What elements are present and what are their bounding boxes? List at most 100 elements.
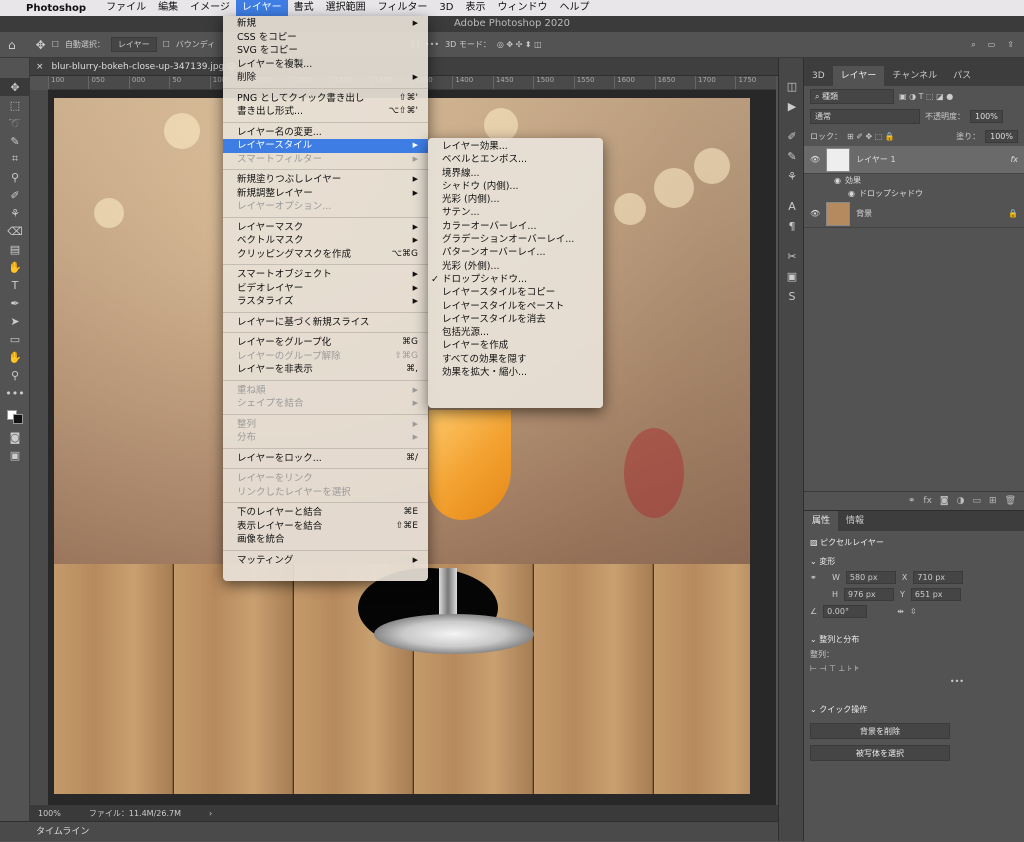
layer-menu-item[interactable]: レイヤースタイル ▶ — [223, 139, 428, 153]
flip-vertical-icon[interactable]: ⇳ — [910, 607, 917, 616]
layer-style-item[interactable]: ドロップシャドウ... — [428, 273, 603, 287]
effects-row[interactable]: ◉ 効果 — [804, 174, 1024, 187]
auto-select-target[interactable]: レイヤー — [110, 37, 157, 52]
layer-row[interactable]: 👁 背景 🔒 — [804, 200, 1024, 228]
menu-view[interactable]: 表示 — [459, 0, 491, 16]
layer-menu-item[interactable]: 書き出し形式... ⌥⇧⌘' — [223, 105, 428, 119]
layer-menu-item[interactable]: ラスタライズ ▶ — [223, 295, 428, 309]
layer-style-item[interactable]: サテン... — [428, 206, 603, 219]
layer-menu-item[interactable]: マッティング ▶ — [223, 554, 428, 568]
layer-menu-item[interactable]: 表示レイヤーを結合 ⇧⌘E — [223, 520, 428, 534]
layer-style-item[interactable]: レイヤースタイルを消去 — [428, 313, 603, 326]
zoom-tool-icon[interactable]: ⚲ — [0, 366, 30, 384]
transform-title[interactable]: ⌄ 変形 — [804, 550, 1024, 569]
layer-menu-item[interactable]: 新規調整レイヤー ▶ — [223, 187, 428, 201]
gradient-tool-icon[interactable]: ▤ — [0, 240, 30, 258]
layer-menu-item[interactable]: 下のレイヤーと結合 ⌘E — [223, 506, 428, 520]
layer-menu-item[interactable]: ベクトルマスク ▶ — [223, 234, 428, 248]
fx-icon[interactable]: fx — [1010, 155, 1018, 164]
menu-image[interactable]: イメージ — [184, 0, 236, 16]
fill-input[interactable]: 100% — [985, 129, 1018, 143]
menu-edit[interactable]: 編集 — [152, 0, 184, 16]
layer-name[interactable]: 背景 — [856, 208, 872, 219]
3d-tools-icons[interactable]: ◎ ✥ ✣ ⬍ ◫ — [497, 40, 542, 49]
layer-menu-item[interactable]: 新規 ▶ — [223, 17, 428, 31]
new-layer-icon[interactable]: ⊞ — [989, 496, 997, 506]
layer-menu-item[interactable]: レイヤーマスク ▶ — [223, 221, 428, 235]
history-icon[interactable]: ◫ — [779, 76, 805, 96]
crop-tool-icon[interactable]: ⌗ — [0, 150, 30, 168]
shape-tool-icon[interactable]: ▭ — [0, 330, 30, 348]
menu-layer[interactable]: レイヤー — [235, 0, 288, 16]
layer-menu-item[interactable]: レイヤーに基づく新規スライス — [223, 316, 428, 330]
path-select-tool-icon[interactable]: ➤ — [0, 312, 30, 330]
layer-menu-item[interactable]: レイヤーを非表示 ⌘, — [223, 363, 428, 377]
tab-info[interactable]: 情報 — [838, 511, 872, 531]
mask-icon[interactable]: ◙ — [940, 496, 949, 506]
brushes-icon[interactable]: ✎ — [779, 146, 805, 166]
tab-paths[interactable]: パス — [945, 66, 979, 86]
layer-style-item[interactable]: シャドウ (内側)... — [428, 180, 603, 193]
flip-horizontal-icon[interactable]: ⇹ — [897, 607, 904, 616]
layer-style-item[interactable]: 効果を拡大・縮小... — [428, 366, 603, 379]
eye-icon[interactable]: ◉ — [848, 189, 855, 198]
pen-tool-icon[interactable]: ✒ — [0, 294, 30, 312]
menu-filter[interactable]: フィルター — [372, 0, 434, 16]
glyphs-icon[interactable]: ▣ — [779, 266, 805, 286]
eye-icon[interactable]: 👁 — [810, 209, 820, 218]
x-input[interactable]: 710 px — [913, 571, 964, 584]
align-title[interactable]: ⌄ 整列と分布 — [804, 628, 1024, 647]
clone-source-icon[interactable]: ⚘ — [779, 166, 805, 186]
tab-3d[interactable]: 3D — [804, 66, 833, 86]
close-tab-icon[interactable]: × — [36, 62, 44, 72]
menu-3d[interactable]: 3D — [433, 0, 459, 16]
more-align-icon[interactable]: ••• — [804, 675, 1024, 688]
eraser-tool-icon[interactable]: ⌫ — [0, 222, 30, 240]
quick-actions-title[interactable]: ⌄ クイック操作 — [804, 698, 1024, 717]
layer-menu-item[interactable]: レイヤーをロック... ⌘/ — [223, 452, 428, 466]
layer-style-item[interactable]: 包括光源... — [428, 326, 603, 339]
layer-menu-item[interactable]: レイヤー名の変更... — [223, 126, 428, 140]
height-input[interactable]: 976 px — [844, 588, 895, 601]
move-tool-icon[interactable]: ✥ — [36, 38, 46, 52]
layer-style-item[interactable]: レイヤーを作成 — [428, 339, 603, 352]
menu-window[interactable]: ウィンドウ — [491, 0, 553, 16]
fx-icon[interactable]: fx — [923, 496, 932, 506]
more-tools-icon[interactable]: ••• — [0, 384, 30, 402]
link-icon[interactable]: ⚭ — [908, 496, 916, 506]
character-icon[interactable]: A — [779, 196, 805, 216]
play-icon[interactable]: ▶ — [779, 96, 805, 116]
stock-icon[interactable]: S — [779, 286, 805, 306]
dodge-tool-icon[interactable]: ✋ — [0, 258, 30, 276]
timeline-panel-tab[interactable]: タイムライン — [0, 821, 778, 841]
remove-background-button[interactable]: 背景を削除 — [810, 723, 950, 739]
tab-properties[interactable]: 属性 — [804, 511, 839, 531]
marquee-tool-icon[interactable]: ⬚ — [0, 96, 30, 114]
zoom-level[interactable]: 100% — [38, 809, 61, 818]
quick-mask-icon[interactable]: ◙ — [0, 428, 30, 446]
layer-style-item[interactable]: パターンオーバーレイ... — [428, 246, 603, 259]
align-icons-row[interactable]: ⊢ ⊣ ⊤ ⊥ ⊦ ⊧ — [804, 662, 1024, 675]
lock-icons[interactable]: ⊞ ✐ ✥ ⬚ 🔒 — [847, 132, 895, 141]
layer-menu-item[interactable]: SVG をコピー — [223, 44, 428, 58]
layer-style-item[interactable]: 境界線... — [428, 167, 603, 180]
app-name[interactable]: Photoshop — [26, 3, 86, 14]
tool-presets-icon[interactable]: ✂ — [779, 246, 805, 266]
layer-menu-item[interactable]: クリッピングマスクを作成 ⌥⌘G — [223, 248, 428, 262]
color-swatches-icon[interactable] — [0, 402, 30, 428]
layer-menu-item[interactable]: 画像を統合 — [223, 533, 428, 547]
workspace-icon[interactable]: ▭ — [988, 40, 996, 49]
tab-channels[interactable]: チャンネル — [884, 66, 945, 86]
bounding-box-checkbox[interactable]: ☐ — [163, 40, 170, 49]
filter-icons[interactable]: ▣ ◑ T ⬚ ◪ ● — [899, 92, 953, 101]
layer-menu-item[interactable]: ビデオレイヤー ▶ — [223, 282, 428, 296]
layer-style-item[interactable]: レイヤースタイルをコピー — [428, 286, 603, 299]
layer-menu-item[interactable]: スマートオブジェクト ▶ — [223, 268, 428, 282]
layer-style-item[interactable]: カラーオーバーレイ... — [428, 220, 603, 233]
effect-row[interactable]: ◉ ドロップシャドウ — [804, 187, 1024, 200]
opacity-input[interactable]: 100% — [970, 109, 1003, 123]
layer-menu-item[interactable]: CSS をコピー — [223, 31, 428, 45]
layer-style-item[interactable]: 光彩 (内側)... — [428, 193, 603, 206]
paragraph-icon[interactable]: ¶ — [779, 216, 805, 236]
hand-tool-icon[interactable]: ✋ — [0, 348, 30, 366]
